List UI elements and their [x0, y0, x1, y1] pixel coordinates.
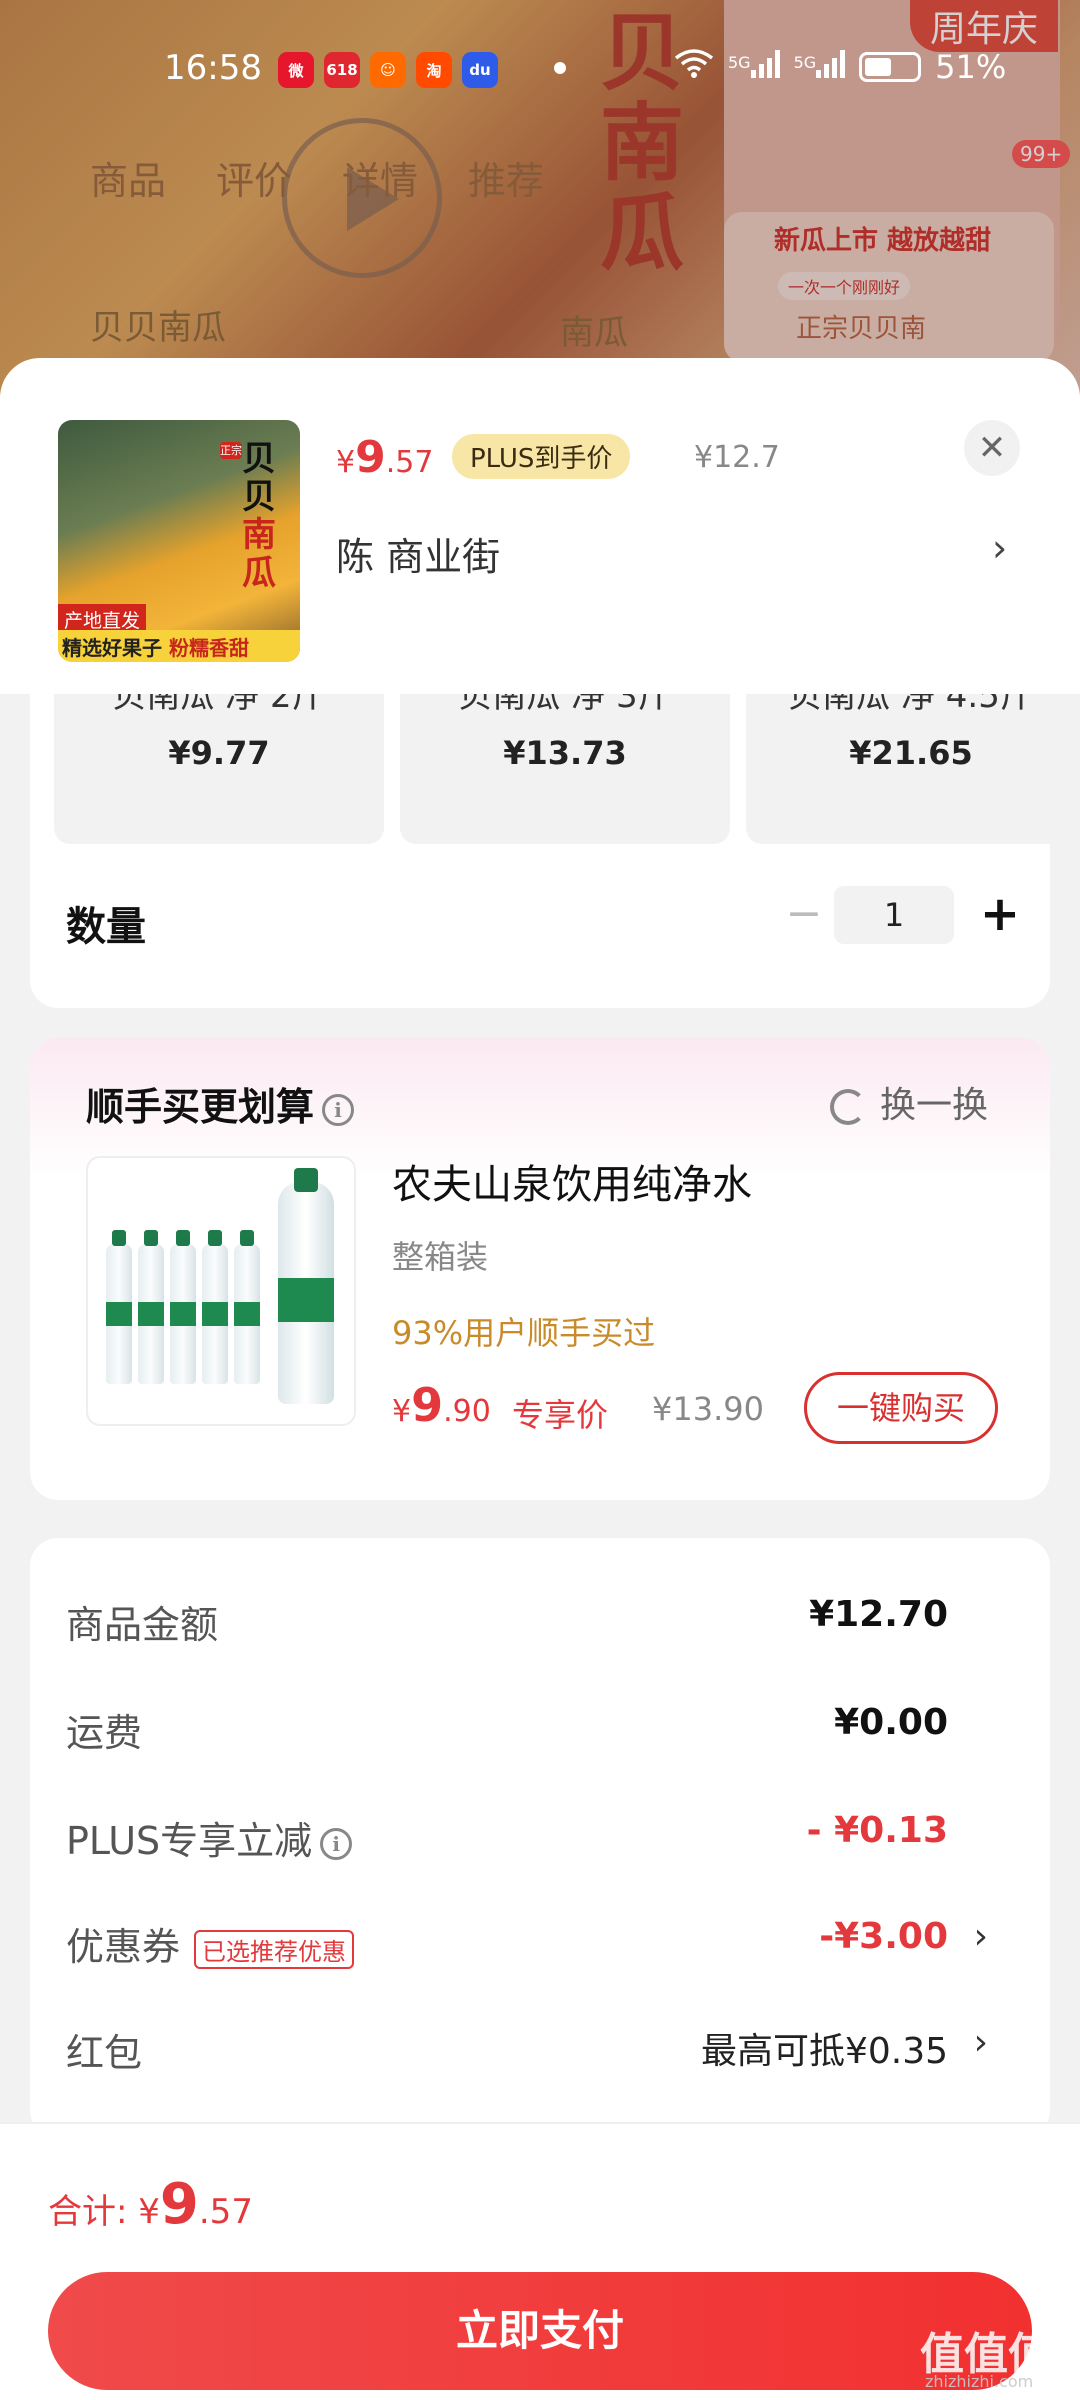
plus-discount-value: - ¥0.13: [806, 1810, 948, 1851]
upsell-exclusive-label: 专享价: [512, 1396, 609, 1434]
one-click-buy-button[interactable]: 一键购买: [804, 1372, 998, 1444]
spec-option-name: 贝南瓜 净 3斤: [458, 694, 672, 716]
app-orange-icon: ☺: [370, 52, 406, 88]
status-right: 5G 5G 51%: [674, 48, 1006, 86]
product-price: ¥9.57: [336, 432, 434, 483]
plus-discount-label: PLUS专享立减 i: [66, 1810, 353, 1865]
bottle-icon: [106, 1230, 132, 1384]
bottle-icon: [138, 1230, 164, 1384]
summary-row-goods: 商品金额 ¥12.70: [66, 1594, 1010, 1654]
sheet-header: 正宗 贝贝南瓜 产地直发 精选好果子 粉糯香甜 ¥9.57 PLUS到手价 ¥1…: [0, 358, 1080, 694]
price-summary: 商品金额 ¥12.70 运费 ¥0.00 PLUS专享立减 i - ¥0.13 优…: [30, 1538, 1050, 2138]
chevron-right-icon: ›: [973, 1916, 988, 1957]
status-app-icons: 微 618 ☺ 淘 du: [278, 52, 498, 88]
bottle-icon: [202, 1230, 228, 1384]
spec-option[interactable]: 贝南瓜 净 3斤 ¥13.73: [400, 694, 730, 844]
upsell-original-price: ¥13.90: [652, 1390, 764, 1428]
upsell-item-price: ¥9.90: [392, 1378, 491, 1432]
refresh-icon: [830, 1089, 866, 1125]
watermark-url: zhizhizhi.com: [925, 2372, 1034, 2391]
info-icon[interactable]: i: [322, 1093, 355, 1126]
spec-section: 贝南瓜 净 2斤 ¥9.77 贝南瓜 净 3斤 ¥13.73 贝南瓜 净 4.5…: [30, 694, 1050, 1008]
quantity-input[interactable]: 1: [834, 886, 954, 944]
total-price: 合计: ¥9.57: [48, 2172, 253, 2237]
redpacket-label: 红包: [66, 2031, 143, 2075]
product-thumbnail[interactable]: 正宗 贝贝南瓜 产地直发 精选好果子 粉糯香甜: [58, 420, 300, 662]
signal-1-icon: 5G: [728, 48, 780, 86]
coupon-selected-tag: 已选推荐优惠: [194, 1930, 355, 1969]
thumb-zheng-tag: 正宗: [220, 442, 242, 459]
signal-2-icon: 5G: [794, 48, 846, 86]
summary-row-redpacket[interactable]: 红包 最高可抵¥0.35 ›: [66, 2022, 1010, 2082]
chevron-right-icon[interactable]: ›: [992, 526, 1007, 570]
purchase-sheet: 正宗 贝贝南瓜 产地直发 精选好果子 粉糯香甜 ¥9.57 PLUS到手价 ¥1…: [0, 358, 1080, 2400]
status-bar: 16:58 微 618 ☺ 淘 du 5G 5G 51%: [0, 42, 1080, 102]
coupon-value: -¥3.00: [819, 1916, 948, 1957]
spec-option-price: ¥21.65: [849, 734, 973, 772]
spec-option[interactable]: 贝南瓜 净 2斤 ¥9.77: [54, 694, 384, 844]
spec-option-price: ¥9.77: [168, 734, 270, 772]
water-product-image[interactable]: [86, 1156, 356, 1426]
chevron-right-icon: ›: [973, 2022, 988, 2063]
spec-option-price: ¥13.73: [503, 734, 627, 772]
redpacket-value: 最高可抵¥0.35: [700, 2031, 948, 2072]
taobao-icon: 淘: [416, 52, 452, 88]
spec-option[interactable]: 贝南瓜 净 4.5斤 ¥21.65: [746, 694, 1050, 844]
close-button[interactable]: ✕: [964, 420, 1020, 476]
spec-option-name: 贝南瓜 净 2斤: [112, 694, 326, 716]
quantity-label: 数量: [66, 904, 146, 950]
upsell-item-name[interactable]: 农夫山泉饮用纯净水: [392, 1152, 752, 1210]
goods-amount-value: ¥12.70: [809, 1594, 948, 1635]
pay-now-button[interactable]: 立即支付: [48, 2272, 1032, 2390]
plus-price-tag: PLUS到手价: [452, 434, 631, 479]
quantity-increase-button[interactable]: +: [972, 884, 1028, 944]
status-time: 16:58: [164, 48, 262, 88]
wifi-icon: [674, 48, 714, 86]
upsell-title: 顺手买更划算 i: [86, 1076, 355, 1131]
summary-row-coupon[interactable]: 优惠券 已选推荐优惠 -¥3.00 ›: [66, 1916, 1010, 1976]
shipping-label: 运费: [66, 1711, 143, 1755]
upsell-item-popularity: 93%用户顺手买过: [392, 1314, 656, 1352]
weibo-icon: 微: [278, 52, 314, 88]
bottle-icon: [234, 1230, 260, 1384]
bottle-icon: [170, 1230, 196, 1384]
close-icon: ✕: [977, 428, 1007, 468]
delivery-address[interactable]: 陈 商业街: [336, 526, 500, 581]
checkout-bar: 合计: ¥9.57 立即支付: [0, 2122, 1080, 2400]
summary-row-shipping: 运费 ¥0.00: [66, 1702, 1010, 1762]
summary-row-plus: PLUS专享立减 i - ¥0.13: [66, 1810, 1010, 1870]
goods-amount-label: 商品金额: [66, 1603, 219, 1647]
info-icon[interactable]: i: [320, 1827, 353, 1860]
coupon-label: 优惠券 已选推荐优惠: [66, 1916, 355, 1971]
notification-dot-icon: [554, 62, 566, 74]
baidu-icon: du: [462, 52, 498, 88]
thumb-product-name: 贝贝南瓜: [242, 439, 276, 593]
upsell-item-spec: 整箱装: [392, 1238, 489, 1276]
shipping-value: ¥0.00: [834, 1702, 948, 1743]
battery-percent: 51%: [935, 48, 1007, 86]
battery-icon: [859, 52, 922, 82]
bottle-large-icon: [278, 1168, 334, 1404]
refresh-button[interactable]: 换一换: [830, 1076, 988, 1128]
original-price: ¥12.7: [694, 440, 780, 475]
quantity-decrease-button[interactable]: −: [776, 886, 832, 942]
app618-icon: 618: [324, 52, 360, 88]
thumb-quality-tag: 精选好果子 粉糯香甜: [58, 630, 300, 662]
spec-option-name: 贝南瓜 净 4.5斤: [788, 694, 1034, 716]
upsell-card: 顺手买更划算 i 换一换 农夫山泉饮用纯净水 整箱装 93%用户顺手买过 ¥9.9…: [30, 1038, 1050, 1500]
